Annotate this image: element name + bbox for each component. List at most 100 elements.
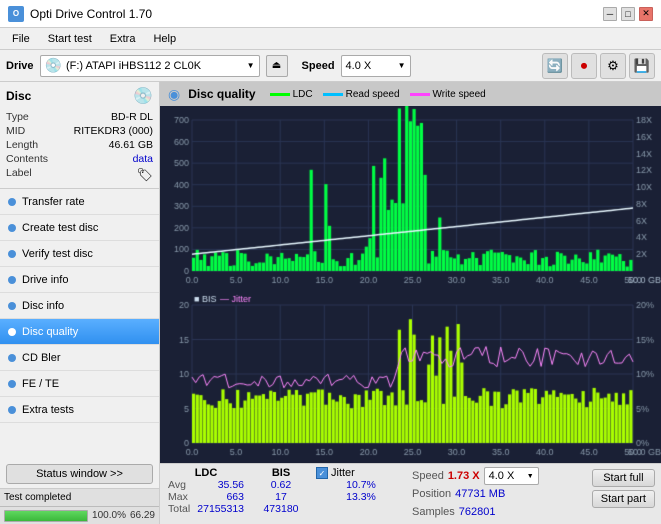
nav-menu: Transfer rate Create test disc Verify te… xyxy=(0,189,159,423)
sidebar-item-cd-bler[interactable]: CD Bler xyxy=(0,345,159,371)
status-window-button[interactable]: Status window >> xyxy=(6,464,153,484)
eject-button[interactable]: ⏏ xyxy=(266,55,288,77)
sidebar-item-verify-test-disc[interactable]: Verify test disc xyxy=(0,241,159,267)
speed-dropdown-arrow: ▼ xyxy=(398,61,406,70)
jitter-label: Jitter xyxy=(331,467,355,479)
legend-ldc-label: LDC xyxy=(293,89,313,100)
title-controls[interactable]: ─ □ ✕ xyxy=(603,7,653,21)
speed-stat-label: Speed xyxy=(412,470,444,482)
chart-icon: ◉ xyxy=(168,86,180,103)
title-bar: O Opti Drive Control 1.70 ─ □ ✕ xyxy=(0,0,661,28)
disc-eject-icon[interactable]: 💿 xyxy=(133,86,153,106)
speed-stat-select[interactable]: 4.0 X ▼ xyxy=(484,467,539,485)
progress-row: 100.0% 66.29 xyxy=(0,506,159,524)
legend-ldc-color xyxy=(270,93,290,96)
ldc-avg-label: Avg xyxy=(168,479,186,491)
disc-mid-label: MID xyxy=(6,125,25,137)
legend-read-speed: Read speed xyxy=(323,89,400,100)
menu-file[interactable]: File xyxy=(4,31,38,47)
drive-dropdown-arrow: ▼ xyxy=(247,61,255,70)
disc-label-icon[interactable]: 🏷 xyxy=(136,167,153,183)
minimize-button[interactable]: ─ xyxy=(603,7,617,21)
jitter-header-row: ✓ Jitter xyxy=(316,467,406,479)
samples-label: Samples xyxy=(412,506,455,518)
progress-fill xyxy=(5,511,87,521)
disc-contents-value: data xyxy=(133,153,153,165)
nav-label-drive-info: Drive info xyxy=(22,274,68,286)
sidebar-item-disc-quality[interactable]: Disc quality xyxy=(0,319,159,345)
menu-bar: File Start test Extra Help xyxy=(0,28,661,50)
refresh-icon[interactable]: 🔄 xyxy=(542,53,568,79)
nav-dot xyxy=(8,354,16,362)
nav-label-verify-test-disc: Verify test disc xyxy=(22,248,93,260)
nav-dot xyxy=(8,250,16,258)
nav-label-disc-quality: Disc quality xyxy=(22,326,78,338)
start-buttons: Start full Start part xyxy=(592,467,655,508)
disc-length-label: Length xyxy=(6,139,38,151)
sidebar-item-fe-te[interactable]: FE / TE xyxy=(0,371,159,397)
disc-title: Disc xyxy=(6,89,31,103)
bis-header: BIS xyxy=(246,467,316,479)
drive-select[interactable]: 💿 (F:) ATAPI iHBS112 2 CL0K ▼ xyxy=(40,55,260,77)
progress-extra: 66.29 xyxy=(130,510,155,521)
bis-max: 17 xyxy=(246,491,316,503)
save-icon[interactable]: 💾 xyxy=(629,53,655,79)
sidebar-item-transfer-rate[interactable]: Transfer rate xyxy=(0,189,159,215)
status-text: Test completed xyxy=(4,492,71,503)
ldc-max-value: 663 xyxy=(226,491,244,503)
disc-type-value: BD-R DL xyxy=(111,111,153,123)
menu-start-test[interactable]: Start test xyxy=(40,31,100,47)
progress-bar-container: Test completed xyxy=(0,488,159,506)
sidebar-item-extra-tests[interactable]: Extra tests xyxy=(0,397,159,423)
start-part-button[interactable]: Start part xyxy=(592,490,655,508)
chart-legend: LDC Read speed Write speed xyxy=(270,89,653,100)
speed-select[interactable]: 4.0 X ▼ xyxy=(341,55,411,77)
settings-icon[interactable]: ⚙ xyxy=(600,53,626,79)
app-icon: O xyxy=(8,6,24,22)
sidebar-item-create-test-disc[interactable]: Create test disc xyxy=(0,215,159,241)
nav-label-cd-bler: CD Bler xyxy=(22,352,61,364)
legend-write-color xyxy=(410,93,430,96)
position-row: Position 47731 MB xyxy=(412,485,592,503)
nav-label-extra-tests: Extra tests xyxy=(22,404,74,416)
stats-bar: LDC Avg 35.56 Max 663 Total 27155313 xyxy=(160,463,661,524)
disc-type-row: Type BD-R DL xyxy=(6,110,153,124)
sidebar-item-disc-info[interactable]: Disc info xyxy=(0,293,159,319)
bis-avg: 0.62 xyxy=(246,479,316,491)
ldc-header: LDC xyxy=(166,467,246,479)
nav-label-fe-te: FE / TE xyxy=(22,378,59,390)
jitter-checkbox[interactable]: ✓ xyxy=(316,467,328,479)
sidebar-spacer xyxy=(0,423,159,460)
disc-type-label: Type xyxy=(6,111,29,123)
menu-help[interactable]: Help xyxy=(145,31,184,47)
nav-dot xyxy=(8,224,16,232)
start-full-button[interactable]: Start full xyxy=(592,469,655,487)
disc-length-row: Length 46.61 GB xyxy=(6,138,153,152)
disc-length-value: 46.61 GB xyxy=(109,139,153,151)
stats-content: LDC Avg 35.56 Max 663 Total 27155313 xyxy=(166,467,655,521)
menu-extra[interactable]: Extra xyxy=(102,31,144,47)
disc-contents-label: Contents xyxy=(6,153,48,165)
bis-total: 473180 xyxy=(246,503,316,515)
nav-label-transfer-rate: Transfer rate xyxy=(22,196,85,208)
nav-dot-active xyxy=(8,328,16,336)
speed-value: 4.0 X xyxy=(346,60,372,72)
drive-label: Drive xyxy=(6,60,34,72)
speed-position-stats: Speed 1.73 X 4.0 X ▼ Position 47731 MB S… xyxy=(406,467,592,521)
nav-label-create-test-disc: Create test disc xyxy=(22,222,98,234)
disc-mid-value: RITEKDR3 (000) xyxy=(74,125,153,137)
ldc-max-label: Max xyxy=(168,491,188,503)
drive-value: (F:) ATAPI iHBS112 2 CL0K xyxy=(66,60,201,72)
nav-dot xyxy=(8,380,16,388)
maximize-button[interactable]: □ xyxy=(621,7,635,21)
nav-label-disc-info: Disc info xyxy=(22,300,64,312)
samples-row: Samples 762801 xyxy=(412,503,592,521)
ldc-total-value: 27155313 xyxy=(197,503,244,515)
legend-read-label: Read speed xyxy=(346,89,400,100)
record-icon[interactable]: ⏺ xyxy=(571,53,597,79)
position-value: 47731 MB xyxy=(455,488,505,500)
sidebar-item-drive-info[interactable]: Drive info xyxy=(0,267,159,293)
close-button[interactable]: ✕ xyxy=(639,7,653,21)
content-area: ◉ Disc quality LDC Read speed Write spee… xyxy=(160,82,661,524)
drive-bar: Drive 💿 (F:) ATAPI iHBS112 2 CL0K ▼ ⏏ Sp… xyxy=(0,50,661,82)
